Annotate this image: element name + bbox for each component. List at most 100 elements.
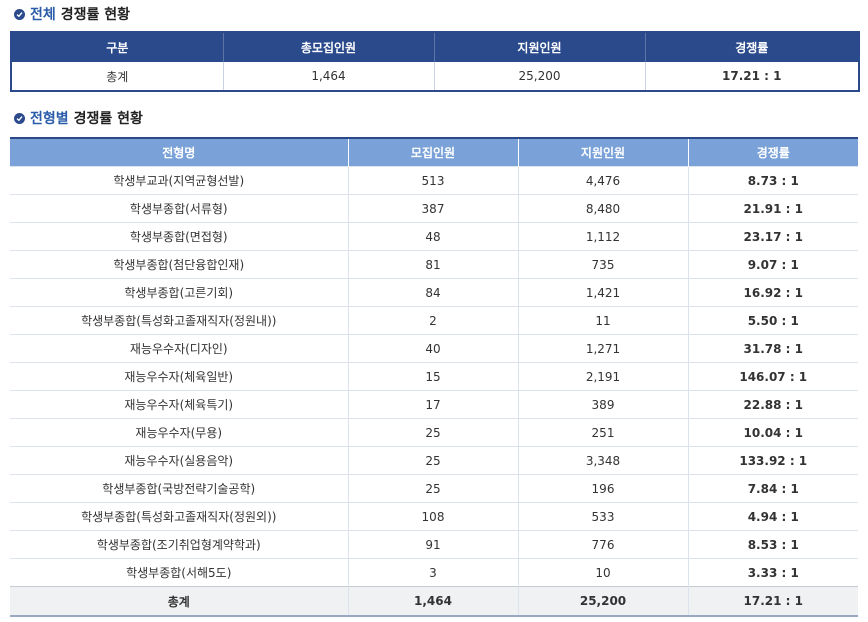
cell-type: 재능우수자(실용음악) <box>10 446 348 475</box>
check-circle-icon <box>14 8 25 20</box>
cell-total: 25,200 <box>517 586 688 616</box>
cell-total: 1,464 <box>347 586 518 616</box>
cell: 25 <box>347 474 518 503</box>
table-row: 학생부종합(특성화고졸재직자(정원외)) 108 533 4.94 : 1 <box>10 502 858 531</box>
cell-type: 재능우수자(체육일반) <box>10 362 348 391</box>
cell-ratio: 31.78 : 1 <box>687 334 858 363</box>
section-title-accent: 전형별 <box>30 111 69 127</box>
cell: 1,421 <box>517 278 688 307</box>
cell-ratio: 8.53 : 1 <box>687 530 858 559</box>
cell: 2 <box>347 306 518 335</box>
cell: 25 <box>347 418 518 447</box>
table-row: 재능우수자(체육특기) 17 389 22.88 : 1 <box>10 390 858 419</box>
cell: 735 <box>517 250 688 279</box>
cell: 2,191 <box>517 362 688 391</box>
table-row: 재능우수자(실용음악) 25 3,348 133.92 : 1 <box>10 446 858 475</box>
table-row: 재능우수자(체육일반) 15 2,191 146.07 : 1 <box>10 362 858 391</box>
cell: 4,476 <box>517 166 688 195</box>
column-header: 구분 <box>11 32 223 62</box>
section-title-accent: 전체 <box>30 7 56 23</box>
column-header: 지원인원 <box>433 32 645 62</box>
by-type-table: 전형명 모집인원 지원인원 경쟁률 학생부교과(지역균형선발) 513 4,476 8… <box>10 137 858 617</box>
table-header-row: 구분 총모집인원 지원인원 경쟁률 <box>11 32 859 62</box>
cell: 25,200 <box>433 62 645 91</box>
cell: 15 <box>347 362 518 391</box>
column-header: 전형명 <box>10 138 348 167</box>
cell-ratio: 17.21 : 1 <box>644 62 859 91</box>
table-row: 학생부종합(조기취업형계약학과) 91 776 8.53 : 1 <box>10 530 858 559</box>
cell-ratio: 133.92 : 1 <box>687 446 858 475</box>
cell: 251 <box>517 418 688 447</box>
cell-type: 학생부종합(특성화고졸재직자(정원내)) <box>10 306 348 335</box>
table-row: 총계 1,464 25,200 17.21 : 1 <box>11 62 859 91</box>
table-row: 학생부교과(지역균형선발) 513 4,476 8.73 : 1 <box>10 166 858 195</box>
cell-type: 학생부종합(서해5도) <box>10 558 348 587</box>
cell: 10 <box>517 558 688 587</box>
column-header: 총모집인원 <box>222 32 434 62</box>
cell: 1,112 <box>517 222 688 251</box>
table-header-row: 전형명 모집인원 지원인원 경쟁률 <box>10 138 858 167</box>
cell-type: 학생부종합(면접형) <box>10 222 348 251</box>
cell: 40 <box>347 334 518 363</box>
cell-type: 학생부종합(조기취업형계약학과) <box>10 530 348 559</box>
cell: 389 <box>517 390 688 419</box>
cell: 48 <box>347 222 518 251</box>
cell-type: 재능우수자(체육특기) <box>10 390 348 419</box>
table-total-row: 총계 1,464 25,200 17.21 : 1 <box>10 586 858 616</box>
cell: 3 <box>347 558 518 587</box>
table-row: 학생부종합(서해5도) 3 10 3.33 : 1 <box>10 558 858 587</box>
cell: 총계 <box>106 69 129 84</box>
table-row: 학생부종합(서류형) 387 8,480 21.91 : 1 <box>10 194 858 223</box>
column-header: 경쟁률 <box>644 32 859 62</box>
cell-type: 학생부교과(지역균형선발) <box>10 166 348 195</box>
cell: 11 <box>517 306 688 335</box>
cell-type: 학생부종합(서류형) <box>10 194 348 223</box>
table-row: 재능우수자(무용) 25 251 10.04 : 1 <box>10 418 858 447</box>
section-title-by-type: 전형별 경쟁률 현황 <box>14 108 143 128</box>
table-row: 학생부종합(면접형) 48 1,112 23.17 : 1 <box>10 222 858 251</box>
cell-ratio: 9.07 : 1 <box>687 250 858 279</box>
cell-ratio: 21.91 : 1 <box>687 194 858 223</box>
cell-ratio: 23.17 : 1 <box>687 222 858 251</box>
cell-type: 학생부종합(국방전략기술공학) <box>10 474 348 503</box>
cell-type: 학생부종합(첨단융합인재) <box>10 250 348 279</box>
table-row: 재능우수자(디자인) 40 1,271 31.78 : 1 <box>10 334 858 363</box>
cell-type: 학생부종합(특성화고졸재직자(정원외)) <box>10 502 348 531</box>
section-title-text: 경쟁률 현황 <box>73 111 143 127</box>
cell-ratio: 4.94 : 1 <box>687 502 858 531</box>
cell: 1,271 <box>517 334 688 363</box>
cell: 3,348 <box>517 446 688 475</box>
cell: 387 <box>347 194 518 223</box>
cell-ratio: 16.92 : 1 <box>687 278 858 307</box>
cell: 17 <box>347 390 518 419</box>
cell: 533 <box>517 502 688 531</box>
column-header: 경쟁률 <box>687 138 858 167</box>
column-header: 모집인원 <box>347 138 518 167</box>
cell: 81 <box>347 250 518 279</box>
cell-ratio: 22.88 : 1 <box>687 390 858 419</box>
cell-ratio: 5.50 : 1 <box>687 306 858 335</box>
cell-type: 재능우수자(무용) <box>10 418 348 447</box>
cell: 1,464 <box>222 62 434 91</box>
cell-total-ratio: 17.21 : 1 <box>687 586 858 616</box>
cell-ratio: 8.73 : 1 <box>687 166 858 195</box>
section-title-text: 경쟁률 현황 <box>60 7 131 23</box>
cell: 25 <box>347 446 518 475</box>
cell-ratio: 7.84 : 1 <box>687 474 858 503</box>
cell: 8,480 <box>517 194 688 223</box>
check-circle-icon <box>14 112 25 124</box>
table-row: 학생부종합(첨단융합인재) 81 735 9.07 : 1 <box>10 250 858 279</box>
cell-type: 학생부종합(고른기회) <box>10 278 348 307</box>
table-row: 학생부종합(국방전략기술공학) 25 196 7.84 : 1 <box>10 474 858 503</box>
cell: 196 <box>517 474 688 503</box>
cell-ratio: 10.04 : 1 <box>687 418 858 447</box>
overall-summary-table: 구분 총모집인원 지원인원 경쟁률 총계 1,464 25,200 17.21 … <box>10 31 860 92</box>
cell-total-label: 총계 <box>10 586 348 616</box>
cell: 513 <box>347 166 518 195</box>
cell: 84 <box>347 278 518 307</box>
table-row: 학생부종합(고른기회) 84 1,421 16.92 : 1 <box>10 278 858 307</box>
cell: 776 <box>517 530 688 559</box>
cell: 108 <box>347 502 518 531</box>
cell-type: 재능우수자(디자인) <box>10 334 348 363</box>
cell-ratio: 146.07 : 1 <box>687 362 858 391</box>
